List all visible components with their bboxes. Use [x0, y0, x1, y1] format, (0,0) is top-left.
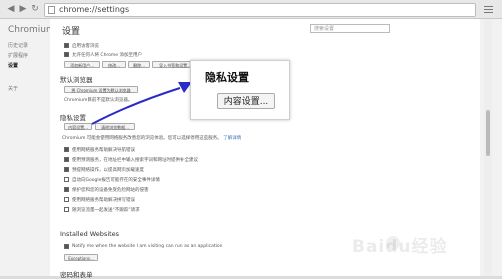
callout-popup: 隐私设置 内容设置...: [190, 60, 290, 120]
browser-window: ◀ ▶ ↻ chrome://settings Chromium 历史记录 扩展…: [0, 0, 502, 279]
arrow-line: [91, 87, 181, 125]
callout-title: 隐私设置: [205, 71, 249, 84]
paw-logo-icon: [386, 236, 400, 250]
callout-content-settings-button[interactable]: 内容设置...: [217, 93, 275, 109]
